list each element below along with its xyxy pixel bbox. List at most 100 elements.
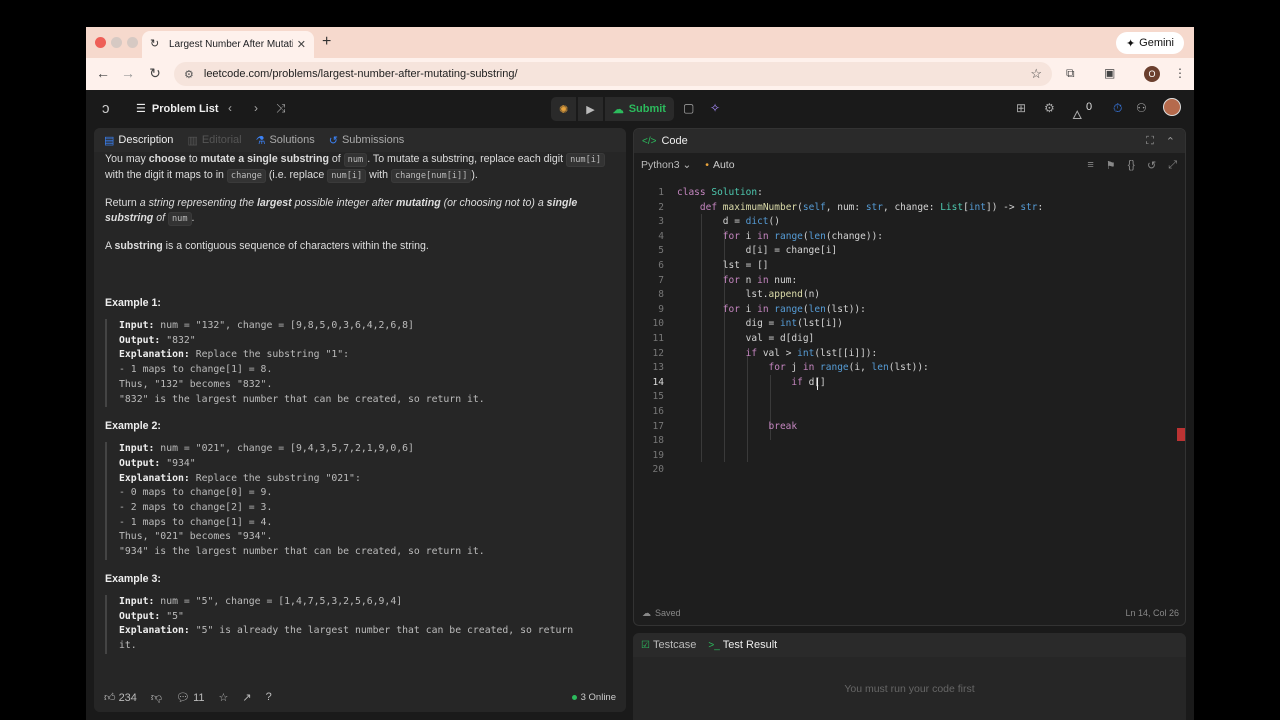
format-lines-icon[interactable]: ≡ — [1087, 159, 1093, 172]
maximize-icon[interactable]: ⛶ — [1146, 135, 1154, 148]
example-explanation: Explanation: Replace the substring "021"… — [119, 472, 361, 484]
user-avatar[interactable] — [1163, 98, 1181, 116]
line-number: 19 — [652, 449, 664, 461]
description-footer: 👍︎ 234 👎︎ 💬︎ 11 ☆ ↗ ? 3 Online — [94, 682, 626, 712]
reload-icon[interactable]: ↻ — [146, 65, 164, 82]
tab-testcase[interactable]: ☑ Testcase — [641, 639, 696, 651]
submit-button[interactable]: ☁ Submit — [604, 97, 674, 121]
favorite-star-icon[interactable]: ☆ — [219, 691, 229, 704]
next-problem-icon[interactable]: › — [254, 101, 258, 115]
problem-description: You may choose to mutate a single substr… — [105, 152, 610, 666]
code-editor-panel: </> Code ⛶ ⌃ Python3 ⌄ Auto ≡ ⚑ {} ↺ ⤢ 1… — [633, 128, 1186, 626]
example-title: Example 1: — [105, 297, 161, 309]
close-tab-icon[interactable]: ✕ — [297, 38, 306, 51]
list-icon: ☰ — [136, 103, 146, 115]
terminal-icon: >_ — [708, 640, 720, 651]
example-explanation-line: - 2 maps to change[2] = 3. — [119, 502, 273, 514]
close-window-button[interactable] — [95, 37, 106, 48]
example-explanation: Explanation: "5" is already the largest … — [119, 625, 574, 637]
streak-fire-icon[interactable]: 🜂 — [1072, 101, 1083, 126]
browser-tab[interactable]: ↻ Largest Number After Mutatin ✕ — [142, 31, 314, 58]
new-tab-icon[interactable]: + — [322, 33, 331, 51]
example-box: Input: num = "132", change = [9,8,5,0,3,… — [105, 319, 610, 408]
braces-icon[interactable]: {} — [1128, 159, 1135, 172]
example-explanation-line: Thus, "021" becomes "934". — [119, 531, 273, 543]
line-number: 17 — [652, 420, 664, 432]
code-line: break — [768, 420, 798, 432]
dislike-thumbs-down-icon[interactable]: 👎︎ — [151, 691, 162, 704]
run-toolbar: ✺ ▶ ☁ Submit — [551, 97, 674, 121]
extensions-icon[interactable]: ⧉ — [1066, 66, 1075, 81]
streak-count: 0 — [1086, 101, 1093, 113]
book-icon: ▥ — [187, 134, 198, 147]
example-output: Output: "832" — [119, 334, 196, 346]
settings-gear-icon[interactable]: ⚙ — [1044, 101, 1055, 115]
example-box: Input: num = "021", change = [9,4,3,5,7,… — [105, 442, 610, 560]
maximize-window-button[interactable] — [127, 37, 138, 48]
collapse-chevron-icon[interactable]: ⌃ — [1166, 135, 1175, 148]
tab-description-label: Description — [118, 134, 174, 146]
like-button[interactable]: 👍︎ 234 — [104, 691, 137, 704]
gemini-button[interactable]: ✦ Gemini — [1115, 32, 1184, 54]
layout-grid-icon[interactable]: ⊞ — [1016, 101, 1026, 115]
notes-icon[interactable]: ▢ — [683, 101, 694, 115]
gemini-label: Gemini — [1139, 37, 1174, 49]
debug-bug-icon[interactable]: ✺ — [551, 97, 577, 121]
leetcode-logo-icon[interactable]: ↄ — [102, 100, 110, 117]
bookmark-icon[interactable]: ⚑ — [1106, 159, 1116, 172]
code-line: d[i] = change[i] — [677, 245, 838, 257]
comments-button[interactable]: 💬︎ 11 — [176, 691, 204, 704]
add-friend-icon[interactable]: ⚇ — [1136, 101, 1147, 115]
reset-icon[interactable]: ↺ — [1147, 159, 1156, 172]
example-explanation-line: - 0 maps to change[0] = 9. — [119, 487, 273, 499]
language-select[interactable]: Python3 ⌄ — [641, 159, 691, 171]
forward-arrow-icon[interactable]: → — [119, 65, 137, 81]
description-paragraph-3: A substring is a contiguous sequence of … — [105, 240, 429, 252]
expand-icon[interactable]: ⤢ — [1168, 159, 1177, 172]
submit-label: Submit — [628, 103, 666, 115]
site-settings-icon[interactable]: ⚙ — [184, 68, 194, 81]
line-number: 3 — [658, 216, 664, 228]
test-panel: ☑ Testcase >_ Test Result You must run you… — [633, 633, 1186, 720]
minimize-window-button[interactable] — [111, 37, 122, 48]
code-panel-header: </> Code ⛶ ⌃ — [634, 129, 1185, 153]
description-paragraph-2: Return a string representing the largest… — [105, 197, 578, 226]
url-text: leetcode.com/problems/largest-number-aft… — [203, 68, 518, 80]
share-icon[interactable]: ↗ — [242, 691, 251, 704]
profile-avatar[interactable]: O — [1144, 66, 1160, 82]
code-line: val = d[dig] — [677, 333, 815, 344]
test-result-message: You must run your code first — [844, 683, 975, 695]
url-input[interactable]: ⚙ leetcode.com/problems/largest-number-a… — [174, 62, 1052, 86]
thumbs-up-icon: 👍︎ — [104, 691, 116, 704]
tab-editorial[interactable]: ▥ Editorial — [187, 134, 241, 147]
history-icon: ↺ — [328, 134, 338, 147]
shuffle-icon[interactable]: ⤨ — [276, 101, 286, 116]
tab-submissions[interactable]: ↺ Submissions — [329, 134, 405, 147]
code-line: d = dict() — [677, 216, 780, 228]
back-arrow-icon[interactable]: ← — [94, 65, 112, 81]
tab-solutions[interactable]: ⚗ Solutions — [256, 134, 315, 147]
problem-list-link[interactable]: ☰ Problem List — [136, 102, 219, 116]
example-box: Input: num = "5", change = [1,4,7,5,3,2,… — [105, 594, 610, 654]
help-icon[interactable]: ? — [266, 691, 272, 703]
example-output: Output: "5" — [119, 610, 184, 622]
menu-kebab-icon[interactable]: ⋮ — [1174, 66, 1186, 80]
line-number: 13 — [652, 362, 664, 374]
code-line: for n in num: — [722, 274, 798, 286]
example-explanation-line: - 1 maps to change[1] = 4. — [119, 516, 273, 528]
tab-description[interactable]: ▤ Description — [104, 134, 173, 147]
prev-problem-icon[interactable]: ‹ — [228, 101, 232, 115]
cast-icon[interactable]: ▣ — [1104, 66, 1115, 80]
tab-title: Largest Number After Mutatin — [169, 39, 293, 50]
code-editor[interactable]: 1 class Solution: 2 def maximumNumber(self… — [634, 184, 1185, 604]
ai-sparkle-icon[interactable]: ✧ — [710, 101, 720, 115]
tab-test-result[interactable]: >_ Test Result — [708, 639, 777, 651]
example-input: Input: num = "021", change = [9,4,3,5,7,… — [119, 443, 414, 455]
timer-icon[interactable]: ⏱ — [1113, 101, 1122, 116]
bookmark-star-icon[interactable]: ☆ — [1030, 66, 1042, 82]
line-number: 16 — [652, 406, 664, 417]
auto-mode-label[interactable]: Auto — [705, 159, 735, 171]
run-play-icon[interactable]: ▶ — [578, 97, 603, 121]
tab-solutions-label: Solutions — [269, 134, 315, 146]
address-bar-row: ← → ↻ ⚙ leetcode.com/problems/largest-nu… — [86, 58, 1194, 90]
